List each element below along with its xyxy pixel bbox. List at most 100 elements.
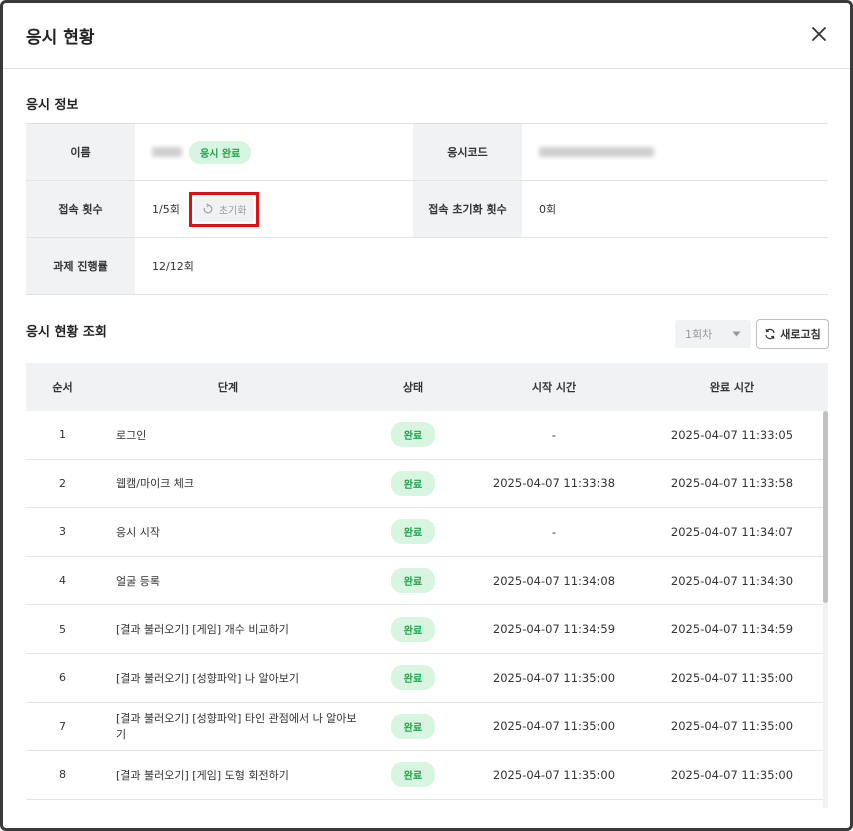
close-icon[interactable]: [810, 25, 828, 43]
status-modal: 응시 현황 응시 정보 이름 응시 완료 응시코드 접속 횟수 1/5회 초기화…: [0, 0, 853, 831]
access-value: 1/5회 초기화: [135, 181, 413, 237]
row-end-time: 2025-04-07 11:33:58: [670, 476, 794, 491]
row-step: [결과 불러오기] [게임] 도형 회전하기: [116, 768, 289, 782]
dropdown-arrow-icon: [732, 331, 741, 337]
table-row: 6 [결과 불러오기] [성향파악] 나 알아보기 완료 2025-04-07 11:…: [26, 654, 828, 703]
row-end-time: 2025-04-07 11:35:00: [670, 670, 794, 685]
scrollbar-thumb[interactable]: [823, 411, 828, 603]
column-header-step: 단계: [217, 381, 239, 394]
row-status: 완료: [357, 762, 469, 788]
name-value: 응시 완료: [135, 124, 413, 180]
code-redacted: [539, 147, 654, 157]
row-end-time: 2025-04-07 11:33:05: [670, 427, 794, 442]
row-end-time: 2025-04-07 11:34:07: [670, 524, 794, 539]
table-scrollbar[interactable]: [823, 411, 828, 808]
row-end-time: 2025-04-07 11:34:59: [670, 622, 794, 637]
info-row: 접속 횟수 1/5회 초기화 접속 초기화 횟수 0회: [26, 181, 828, 238]
column-header-end: 완료 시간: [709, 381, 755, 394]
column-header-start: 시작 시간: [531, 381, 577, 394]
row-step: 응시 시작: [116, 525, 160, 539]
reset-highlight: 초기화: [188, 191, 260, 227]
reset-count-value: 0회: [539, 203, 557, 216]
refresh-button-label: 새로고침: [780, 328, 821, 341]
round-select-value: 1회차: [685, 328, 713, 341]
info-row: 이름 응시 완료 응시코드: [26, 124, 828, 181]
table-row: 3 응시 시작 완료 - 2025-04-07 11:34:07: [26, 508, 828, 557]
refresh-icon: [765, 328, 775, 340]
table-row: 2 웹캠/마이크 체크 완료 2025-04-07 11:33:38 2025-04-0…: [26, 460, 828, 509]
table-header: 순서 단계 상태 시작 시간 완료 시간: [26, 363, 828, 411]
progress-label: 과제 진행률: [26, 238, 135, 294]
row-start-time: -: [551, 524, 557, 539]
info-section-title: 응시 정보: [26, 98, 79, 113]
status-badge: 완료: [390, 519, 436, 545]
row-status: 완료: [357, 422, 469, 448]
row-no: 1: [59, 428, 66, 442]
row-start-time: -: [551, 427, 557, 442]
reset-button[interactable]: 초기화: [193, 196, 255, 222]
row-end-time: 2025-04-07 11:35:00: [670, 719, 794, 734]
status-table: 순서 단계 상태 시작 시간 완료 시간 1 로그인 완료 -2025-04-07 1…: [26, 363, 828, 808]
row-no: 4: [59, 574, 66, 588]
reset-button-label: 초기화: [218, 205, 247, 217]
reset-count-label: 접속 초기화 횟수: [413, 181, 522, 237]
row-no: 3: [59, 525, 66, 539]
row-start-time: 2025-04-07 11:35:00: [492, 670, 616, 685]
name-redacted: [152, 147, 182, 157]
access-count: 1/5회: [152, 203, 180, 216]
row-start-time: 2025-04-07 11:34:59: [492, 622, 616, 637]
info-row: 과제 진행률 12/12회: [26, 238, 828, 295]
status-badge: 완료: [390, 616, 436, 642]
access-label: 접속 횟수: [26, 181, 135, 237]
modal-header: 응시 현황: [3, 3, 850, 69]
row-step: [결과 불러오기] [성향파악] 타인 관점에서 나 알아보기: [116, 712, 357, 742]
status-badge: 완료: [390, 422, 436, 448]
status-badge: 완료: [390, 665, 436, 691]
info-table: 이름 응시 완료 응시코드 접속 횟수 1/5회 초기화 접속 초기화 횟수 0…: [26, 123, 828, 295]
refresh-icon: [203, 203, 213, 214]
row-start-time: 2025-04-07 11:33:38: [492, 476, 616, 491]
table-row: 7 [결과 불러오기] [성향파악] 타인 관점에서 나 알아보기 완료 2025-0…: [26, 703, 828, 752]
row-no: 7: [59, 719, 66, 733]
row-no: 6: [59, 671, 66, 685]
row-end-time: 2025-04-07 11:34:30: [670, 573, 794, 588]
table-row: 8 [결과 불러오기] [게임] 도형 회전하기 완료 2025-04-07 11:3…: [26, 751, 828, 800]
code-value: [522, 124, 800, 180]
row-step: 로그인: [116, 428, 147, 442]
status-badge: 완료: [390, 713, 436, 739]
row-status: 완료: [357, 519, 469, 545]
name-status-badge: 응시 완료: [189, 140, 252, 164]
row-no: 5: [59, 622, 66, 636]
row-start-time: 2025-04-07 11:35:00: [492, 719, 616, 734]
code-label: 응시코드: [413, 124, 522, 180]
refresh-button[interactable]: 새로고침: [756, 319, 829, 349]
row-step: [결과 불러오기] [성향파악] 나 알아보기: [116, 671, 299, 685]
row-start-time: 2025-04-07 11:35:00: [492, 767, 616, 782]
row-step: 웹캠/마이크 체크: [116, 477, 195, 491]
table-row: 1 로그인 완료 - 2025-04-07 11:33:05: [26, 411, 828, 460]
row-step: 얼굴 등록: [116, 574, 160, 588]
table-row: 5 [결과 불러오기] [게임] 개수 비교하기 완료 2025-04-07 11:3…: [26, 605, 828, 654]
row-no: 2: [59, 476, 66, 490]
row-end-time: 2025-04-07 11:35:00: [670, 767, 794, 782]
status-badge: 완료: [390, 762, 436, 788]
row-no: 8: [59, 768, 66, 782]
status-badge: 완료: [390, 470, 436, 496]
row-status: 완료: [357, 470, 469, 496]
row-status: 완료: [357, 568, 469, 594]
round-select[interactable]: 1회차: [675, 320, 751, 348]
column-header-status: 상태: [402, 381, 424, 394]
table-row: 4 얼굴 등록 완료 2025-04-07 11:34:08 2025-04-07 11…: [26, 557, 828, 606]
modal-title: 응시 현황: [26, 28, 95, 48]
progress-value: 12/12회: [152, 260, 194, 273]
row-status: 완료: [357, 713, 469, 739]
name-label: 이름: [26, 124, 135, 180]
status-badge: 완료: [390, 568, 436, 594]
row-step: [결과 불러오기] [게임] 개수 비교하기: [116, 623, 289, 637]
table-body: 1 로그인 완료 -2025-04-07 11:33:05 2 웹캠/마이크 체크 완료 20…: [26, 411, 828, 800]
row-status: 완료: [357, 616, 469, 642]
row-start-time: 2025-04-07 11:34:08: [492, 573, 616, 588]
status-section-title: 응시 현황 조회: [26, 325, 107, 340]
row-status: 완료: [357, 665, 469, 691]
column-header-no: 순서: [52, 381, 73, 394]
